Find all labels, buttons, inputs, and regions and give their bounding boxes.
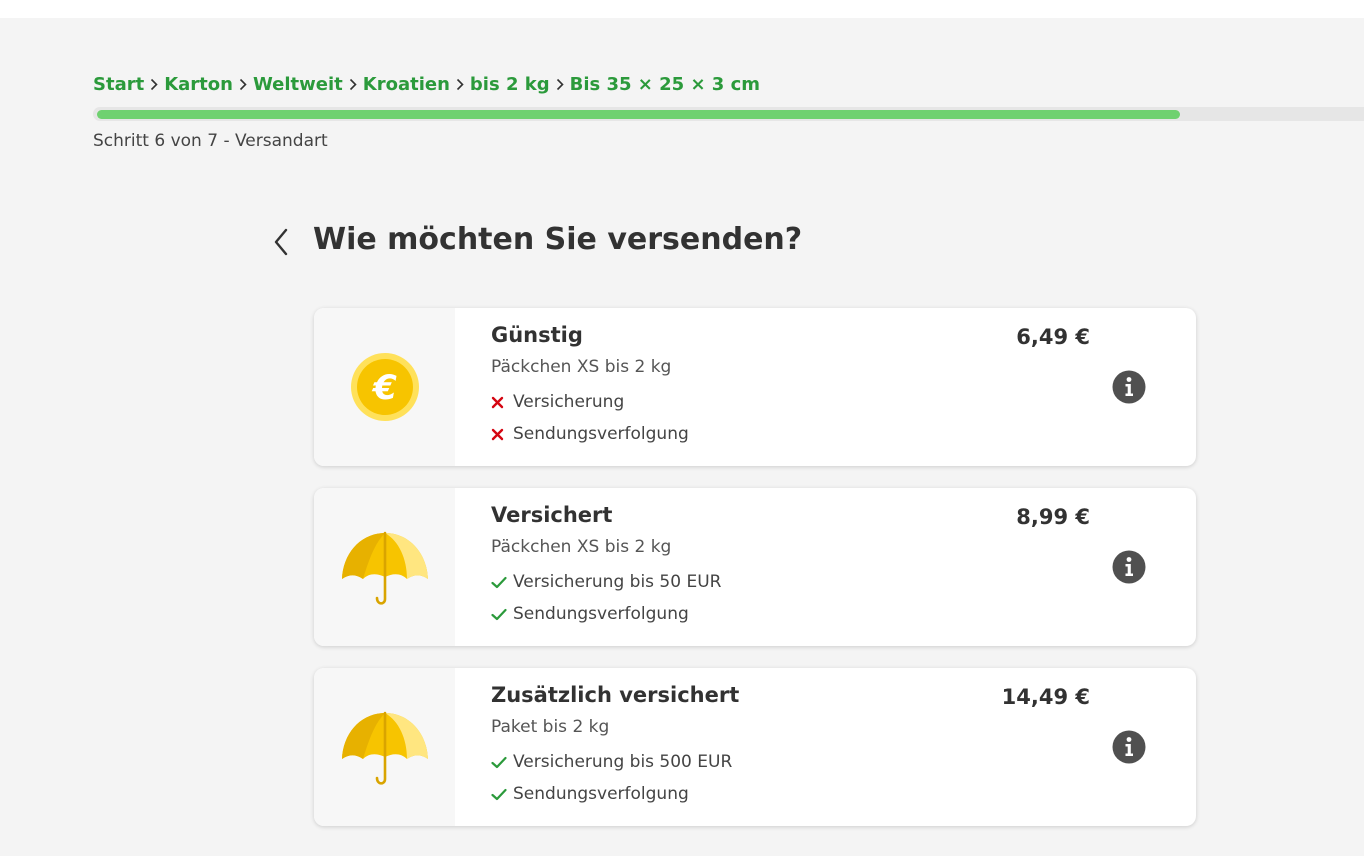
cross-icon [491, 428, 513, 441]
shipping-option-guenstig[interactable]: € Günstig Päckchen XS bis 2 kg Versicher… [314, 308, 1196, 466]
cross-icon [491, 396, 513, 409]
checkmark-icon [491, 608, 513, 621]
breadcrumb-kroatien[interactable]: Kroatien [363, 74, 450, 95]
feature-item: Sendungsverfolgung [491, 424, 689, 444]
feature-label: Sendungsverfolgung [513, 604, 689, 624]
breadcrumb: Start Karton Weltweit Kroatien bis 2 kg … [93, 73, 760, 95]
breadcrumb-start[interactable]: Start [93, 74, 144, 95]
option-title: Zusätzlich versichert [491, 683, 740, 707]
checkmark-icon [491, 788, 513, 801]
chevron-right-icon [450, 78, 470, 91]
option-price: 8,99 € [1016, 505, 1090, 529]
info-button[interactable] [1112, 550, 1146, 584]
option-price: 6,49 € [1016, 325, 1090, 349]
chevron-right-icon [343, 78, 363, 91]
step-indicator: Schritt 6 von 7 - Versandart [93, 131, 328, 151]
option-subtitle: Päckchen XS bis 2 kg [491, 537, 672, 557]
feature-label: Versicherung bis 50 EUR [513, 572, 722, 592]
option-icon-area: € [314, 308, 455, 466]
chevron-right-icon [550, 78, 570, 91]
back-button[interactable] [266, 225, 296, 259]
page-title: Wie möchten Sie versenden? [313, 222, 803, 257]
feature-item: Versicherung [491, 392, 624, 412]
info-icon [1112, 370, 1146, 404]
feature-label: Sendungsverfolgung [513, 424, 689, 444]
shipping-option-versichert[interactable]: Versichert Päckchen XS bis 2 kg Versiche… [314, 488, 1196, 646]
chevron-right-icon [144, 78, 164, 91]
breadcrumb-weltweit[interactable]: Weltweit [253, 74, 343, 95]
option-icon-area [314, 668, 455, 826]
option-icon-area [314, 488, 455, 646]
option-title: Versichert [491, 503, 613, 527]
info-button[interactable] [1112, 370, 1146, 404]
feature-label: Versicherung bis 500 EUR [513, 752, 733, 772]
progress-bar-fill [97, 110, 1180, 119]
option-price: 14,49 € [1001, 685, 1090, 709]
option-subtitle: Päckchen XS bis 2 kg [491, 357, 672, 377]
page-background: Start Karton Weltweit Kroatien bis 2 kg … [0, 18, 1364, 856]
feature-item: Versicherung bis 500 EUR [491, 752, 732, 772]
option-title: Günstig [491, 323, 583, 347]
info-icon [1112, 730, 1146, 764]
feature-label: Versicherung [513, 392, 625, 412]
option-subtitle: Paket bis 2 kg [491, 717, 610, 737]
progress-bar [93, 107, 1364, 121]
feature-item: Versicherung bis 50 EUR [491, 572, 721, 592]
shipping-option-zusaetzlich-versichert[interactable]: Zusätzlich versichert Paket bis 2 kg Ver… [314, 668, 1196, 826]
breadcrumb-dimensions[interactable]: Bis 35 × 25 × 3 cm [570, 74, 760, 95]
feature-label: Sendungsverfolgung [513, 784, 689, 804]
breadcrumb-weight[interactable]: bis 2 kg [470, 74, 550, 95]
euro-coin-icon: € [350, 353, 419, 421]
checkmark-icon [491, 576, 513, 589]
checkmark-icon [491, 756, 513, 769]
umbrella-icon [341, 531, 428, 605]
chevron-right-icon [233, 78, 253, 91]
feature-item: Sendungsverfolgung [491, 604, 689, 624]
chevron-left-icon [274, 228, 288, 256]
umbrella-icon [341, 711, 428, 785]
info-icon [1112, 550, 1146, 584]
info-button[interactable] [1112, 730, 1146, 764]
breadcrumb-karton[interactable]: Karton [164, 74, 233, 95]
svg-text:€: € [371, 368, 397, 408]
feature-item: Sendungsverfolgung [491, 784, 689, 804]
